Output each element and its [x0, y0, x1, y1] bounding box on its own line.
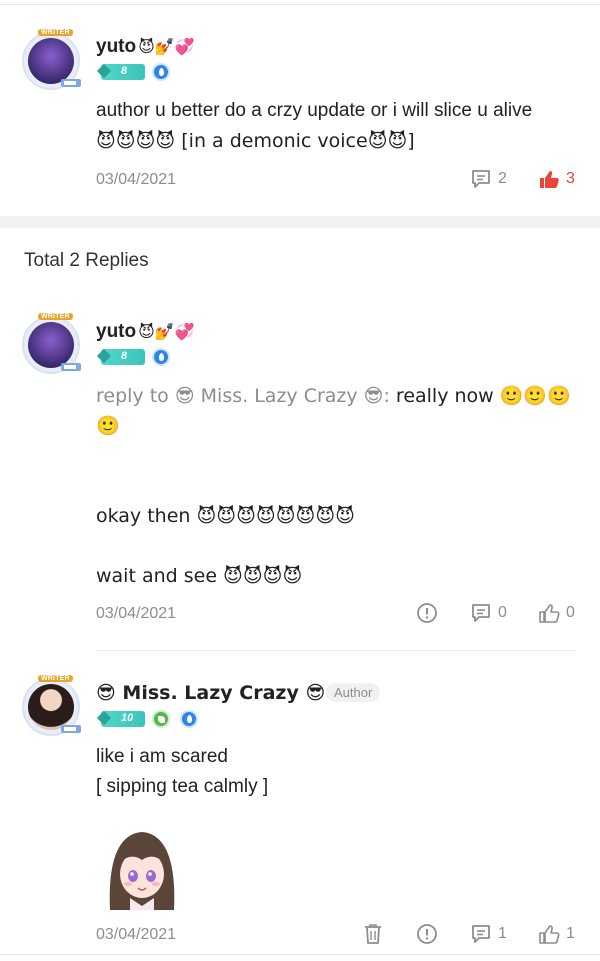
reply2-text-line2: [ sipping tea calmly ]: [96, 776, 269, 797]
author-tag: Author: [326, 683, 381, 702]
comment-username[interactable]: yuto 😈💅💞: [96, 36, 195, 58]
level-badge: 8: [96, 348, 145, 365]
speech-bubble-icon: [472, 170, 490, 188]
level-number: 8: [121, 65, 128, 77]
level-number: 8: [121, 350, 128, 362]
level-badge: 8: [96, 63, 145, 80]
reply-count: 2: [498, 170, 507, 187]
blue-drop-badge-icon: [152, 63, 170, 81]
blue-drop-badge-icon: [180, 710, 198, 728]
reply2-username[interactable]: 😎 Miss. Lazy Crazy 😎: [96, 682, 325, 704]
reply-count: 1: [498, 925, 507, 942]
avatar[interactable]: WRITER: [22, 675, 81, 736]
reply-count: 0: [498, 604, 507, 621]
blue-drop-badge-icon: [152, 348, 170, 366]
like-count: 3: [566, 170, 575, 187]
reply1-text-line3: okay then 😈😈😈😈😈😈😈😈: [96, 505, 355, 527]
avatar[interactable]: WRITER: [22, 313, 81, 374]
top-divider: [0, 4, 600, 5]
writer-badge: WRITER: [38, 675, 73, 682]
reply1-username[interactable]: yuto 😈💅💞: [96, 321, 195, 343]
reply2-date: 03/04/2021: [96, 926, 177, 943]
reply2-text-line1: like i am scared: [96, 746, 228, 767]
comment-thread-page: WRITER yuto 😈💅💞 8 author u better do a cr…: [0, 0, 600, 961]
bottom-divider: [0, 954, 600, 955]
like-count: 1: [566, 925, 575, 942]
replies-header: Total 2 Replies: [24, 250, 149, 271]
level-badge: 10: [96, 710, 145, 727]
avatar[interactable]: WRITER: [22, 29, 81, 90]
pen-icon: [61, 725, 81, 733]
comment-text-line1: author u better do a crzy update or i wi…: [96, 100, 533, 121]
writer-badge: WRITER: [38, 313, 73, 320]
username-emojis: 😈💅💞: [138, 37, 195, 56]
username-text: yuto: [96, 36, 137, 57]
reply1-text-line4: wait and see 😈😈😈😈: [96, 565, 303, 587]
trash-icon: [365, 924, 381, 944]
pen-icon: [61, 79, 81, 87]
username-text: yuto: [96, 321, 137, 342]
reply-count-button[interactable]: 1: [470, 923, 507, 945]
thumbs-up-icon: [539, 925, 560, 944]
reply1-text-line1: reply to 😎 Miss. Lazy Crazy 😎: really no…: [96, 381, 571, 411]
exclamation-circle-icon: [417, 603, 437, 623]
pen-icon: [61, 363, 81, 371]
reply1-date: 03/04/2021: [96, 605, 177, 622]
exclamation-circle-icon: [417, 924, 437, 944]
username-emojis: 😈💅💞: [138, 322, 195, 341]
like-button-active[interactable]: 3: [538, 168, 575, 190]
comment-date: 03/04/2021: [96, 171, 177, 188]
reply1-text-line2: 🙂: [96, 415, 120, 437]
level-arrow-icon: [96, 348, 112, 364]
level-number: 10: [121, 712, 134, 724]
like-count: 0: [566, 604, 575, 621]
thumbs-up-icon: [539, 604, 560, 623]
writer-badge: WRITER: [38, 29, 73, 36]
report-button[interactable]: [416, 602, 438, 624]
reply-count-button[interactable]: 2: [470, 168, 507, 190]
anime-girl-sticker[interactable]: [102, 826, 182, 910]
reply-count-button[interactable]: 0: [470, 602, 507, 624]
thumbs-up-icon: [540, 171, 559, 188]
delete-button[interactable]: [362, 922, 384, 946]
like-button[interactable]: 0: [538, 602, 575, 624]
reply-text: really now 🙂🙂🙂: [389, 385, 571, 407]
green-leaf-badge-icon: [152, 710, 170, 728]
speech-bubble-icon: [472, 604, 490, 622]
comment-text-line2: 😈😈😈😈 [in a demonic voice😈😈]: [96, 130, 415, 152]
section-separator: [0, 216, 600, 228]
level-arrow-icon: [96, 63, 112, 79]
speech-bubble-icon: [472, 925, 490, 943]
like-button[interactable]: 1: [538, 923, 575, 945]
reply-divider: [96, 650, 576, 651]
report-button[interactable]: [416, 923, 438, 945]
level-arrow-icon: [96, 710, 112, 726]
reply-to-prefix[interactable]: reply to 😎 Miss. Lazy Crazy 😎:: [96, 385, 390, 407]
